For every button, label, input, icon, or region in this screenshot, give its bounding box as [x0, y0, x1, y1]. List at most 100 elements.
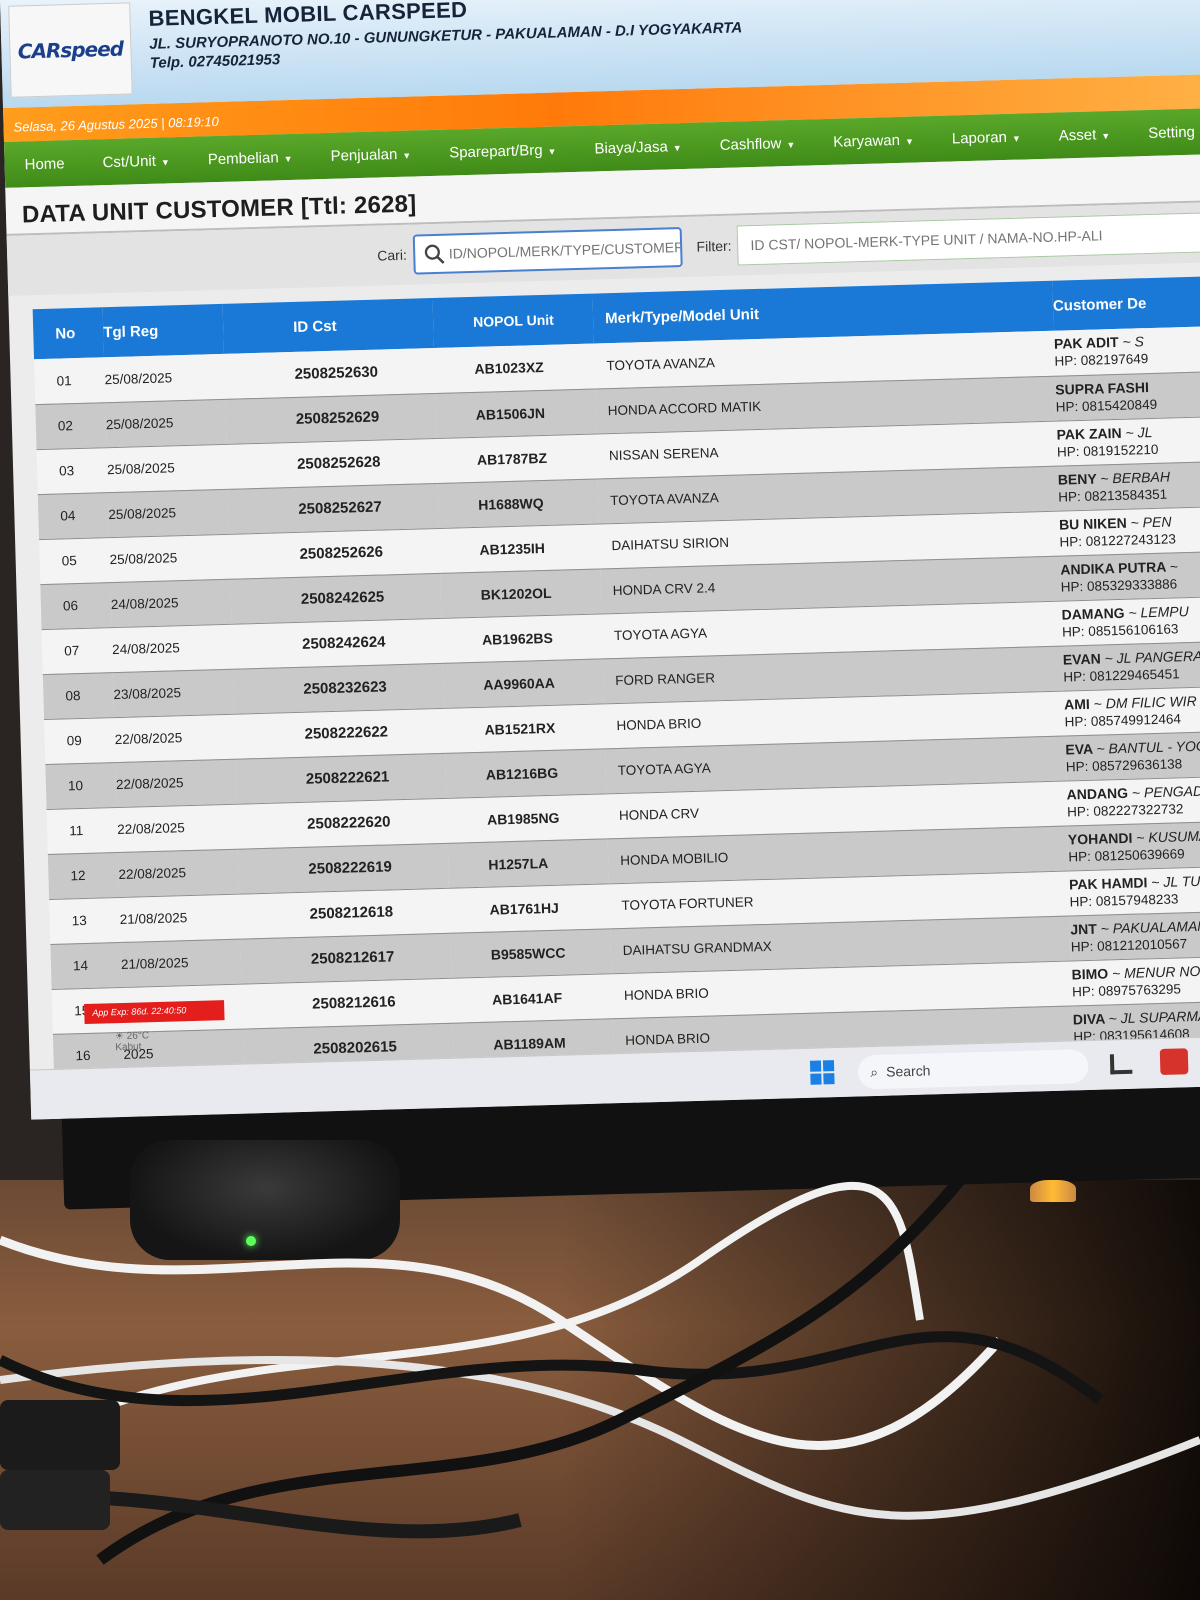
caret-down-icon: ▼ [786, 139, 796, 150]
customer-name-text: DIVA [1072, 1010, 1105, 1027]
cell-customer: BU NIKEN ~ PEN HP: 081227243123 [1059, 506, 1200, 556]
cell-nopol: AB1023XZ [474, 359, 544, 378]
cell-tgl-reg: 25/08/2025 [104, 370, 173, 387]
nav-penjualan[interactable]: Penjualan ▼ [330, 145, 411, 164]
weather-widget[interactable]: ☀ 26°C Kabut [115, 1030, 150, 1053]
nav-laporan[interactable]: Laporan ▼ [952, 128, 1021, 147]
cell-nopol: AB1521RX [484, 719, 556, 738]
col-header-no[interactable]: No [33, 307, 104, 359]
cell-tgl-reg: 21/08/2025 [120, 955, 189, 972]
cell-nopol: AB1506JN [475, 404, 546, 423]
cell-no: 07 [63, 643, 80, 659]
cell-customer: EVA ~ BANTUL - YOG HP: 085729636138 [1065, 731, 1200, 781]
customer-name-text: EVA [1065, 740, 1093, 758]
customer-address: ~ KUSUMAN [1136, 826, 1200, 846]
customer-unit-table: No Tgl Reg ID Cst NOPOL Unit Merk/Type/M… [32, 275, 1200, 1080]
customer-name-text: EVAN [1062, 650, 1101, 668]
customer-name: BIMO ~ MENUR NO2 BAC [1071, 961, 1200, 983]
nav-cst-unit[interactable]: Cst/Unit ▼ [102, 152, 171, 170]
pinned-app-icon[interactable] [1159, 1048, 1189, 1076]
col-header-tgl-reg[interactable]: Tgl Reg [103, 304, 224, 357]
cell-customer: ANDANG ~ PENGADIL HP: 082227322732 [1066, 776, 1200, 826]
filter-label: Filter: [696, 237, 732, 255]
cell-id-cst: 2508252629 [295, 408, 380, 428]
nav-karyawan[interactable]: Karyawan ▼ [833, 131, 914, 150]
cell-id-cst: 2508242625 [300, 588, 385, 608]
cell-customer: JNT ~ PAKUALAMAN - YOHP: 081212010567 [1070, 910, 1200, 960]
cell-tgl-reg: 22/08/2025 [115, 775, 184, 793]
customer-name-text: JNT [1070, 920, 1098, 937]
nav-sparepart[interactable]: Sparepart/Brg ▼ [449, 141, 557, 161]
cell-no: 04 [60, 508, 76, 524]
cell-id-cst: 2508212618 [309, 903, 394, 923]
cell-tgl-reg: 25/08/2025 [105, 415, 174, 433]
cell-no: 12 [70, 867, 86, 884]
customer-name-text: PAK ADIT [1053, 334, 1119, 352]
customer-address: ~ PEN [1130, 512, 1172, 531]
cell-no: 09 [66, 733, 82, 749]
search-label: Cari: [377, 246, 408, 264]
caret-down-icon: ▼ [547, 146, 557, 157]
cell-id-cst: 2508222619 [308, 858, 393, 878]
taskbar-search[interactable]: ⌕ Search [857, 1049, 1089, 1090]
cell-nopol: AB1787BZ [476, 449, 548, 468]
cell-nopol: AB1985NG [486, 809, 560, 828]
taskbar-search-label: Search [885, 1062, 931, 1080]
customer-name-text: BIMO [1071, 964, 1109, 982]
cell-customer: BIMO ~ MENUR NO2 BACHP: 08975763295 [1071, 955, 1200, 1005]
customer-address: ~ PAKUALAMAN - YO [1100, 916, 1200, 937]
cell-customer: BENY ~ BERBAH HP: 08213584351 [1057, 461, 1200, 511]
cell-nopol: AB1235IH [479, 539, 546, 558]
cell-customer: PAK HAMDI ~ JL TUKA HP: 08157948233 [1069, 865, 1200, 915]
cell-id-cst: 2508232623 [303, 678, 388, 698]
customer-name-text: PAK HAMDI [1068, 873, 1148, 892]
cell-no: 02 [57, 418, 74, 434]
customer-name-text: SUPRA FASHI [1055, 378, 1150, 398]
cell-id-cst: 2508222621 [305, 768, 390, 788]
cell-no: 06 [62, 598, 79, 614]
search-input[interactable] [448, 239, 681, 262]
customer-address: ~ DM FILIC WIR [1093, 692, 1197, 712]
caret-down-icon: ▼ [402, 150, 412, 161]
filter-box[interactable] [736, 211, 1200, 266]
task-view-icon[interactable] [1109, 1053, 1133, 1075]
weather-icon: ☀ [114, 1030, 125, 1043]
cell-id-cst: 2508212617 [310, 948, 395, 968]
windows-start-icon[interactable] [809, 1060, 835, 1085]
cell-id-cst: 2508252630 [294, 363, 379, 383]
cell-no: 11 [69, 823, 84, 839]
cell-id-cst: 2508242624 [301, 633, 386, 653]
caret-down-icon: ▼ [160, 156, 171, 168]
cell-customer: EVAN ~ JL PANGERA HP: 081229465451 [1062, 641, 1200, 691]
nav-setting[interactable]: Setting▼ [1148, 123, 1200, 141]
customer-address: ~ S [1122, 333, 1145, 351]
customer-name-text: AMI [1063, 695, 1090, 713]
cell-id-cst: 2508252628 [296, 453, 381, 473]
customer-address: ~ JL SUPARMAN MG [1108, 1006, 1200, 1026]
cell-tgl-reg: 25/08/2025 [108, 505, 177, 523]
cell-id-cst: 2508222620 [306, 813, 391, 833]
nav-pembelian[interactable]: Pembelian ▼ [208, 148, 293, 168]
col-header-customer[interactable]: Customer De [1052, 276, 1200, 331]
col-header-id-cst[interactable]: ID Cst [223, 298, 434, 354]
app-logo[interactable]: CARspeed [8, 2, 133, 98]
table-container: No Tgl Reg ID Cst NOPOL Unit Merk/Type/M… [8, 262, 1200, 1081]
caret-down-icon: ▼ [1011, 133, 1021, 144]
customer-address: ~ [1169, 557, 1179, 575]
nav-home[interactable]: Home [24, 155, 64, 173]
customer-address: ~ JL [1125, 423, 1153, 441]
cell-id-cst: 2508212616 [311, 993, 396, 1013]
cell-id-cst: 2508222622 [304, 723, 389, 743]
nav-asset[interactable]: Asset ▼ [1059, 126, 1111, 144]
cell-customer: PAK ADIT ~ S HP: 082197649 [1054, 326, 1200, 376]
nav-biaya-jasa[interactable]: Biaya/Jasa ▼ [594, 138, 682, 157]
caret-down-icon: ▼ [283, 153, 293, 164]
col-header-nopol[interactable]: NOPOL Unit [432, 294, 593, 348]
nav-cashflow[interactable]: Cashflow ▼ [719, 134, 796, 154]
logo-text: CARspeed [17, 36, 124, 64]
table-body: 01 25/08/2025 2508252630 AB1023XZ TOYOTA AVA… [34, 325, 1200, 1079]
cell-id-cst: 2508252626 [299, 543, 384, 563]
search-box[interactable] [412, 227, 684, 275]
filter-input[interactable] [750, 223, 1200, 254]
weather-desc: Kabut [115, 1041, 142, 1054]
